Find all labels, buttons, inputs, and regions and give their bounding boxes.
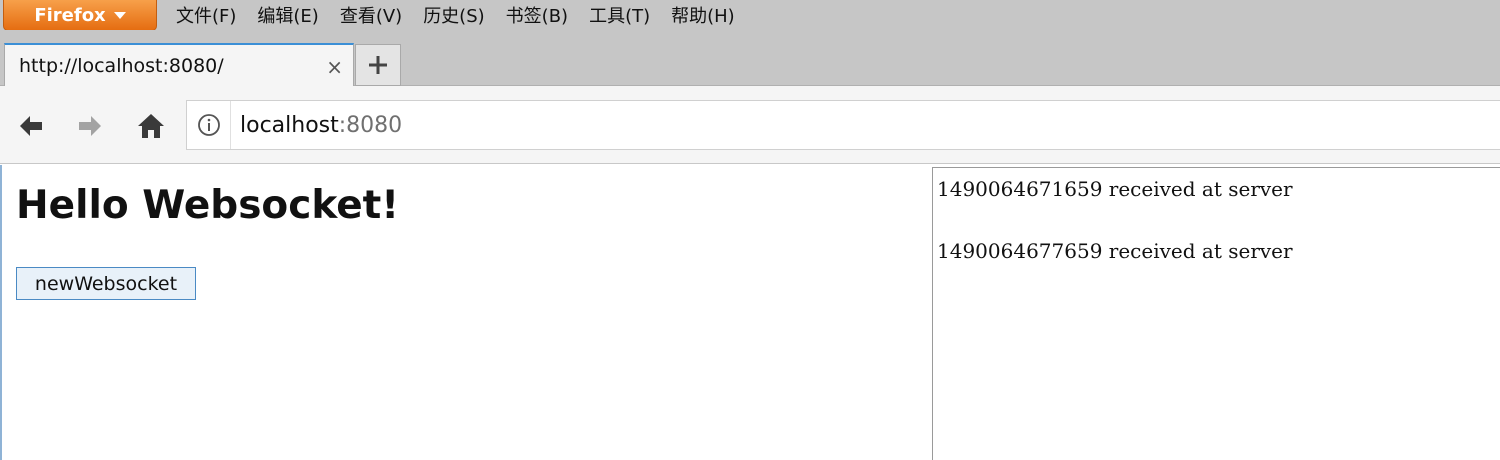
menu-file[interactable]: 文件(F): [168, 2, 244, 28]
forward-button[interactable]: [74, 110, 106, 142]
menu-bar: Firefox 文件(F) 编辑(E) 查看(V) 历史(S) 书签(B) 工具…: [0, 0, 1500, 31]
dropdown-caret-icon: [113, 11, 126, 19]
url-port: :8080: [338, 112, 403, 138]
home-icon: [138, 114, 164, 138]
back-button[interactable]: [15, 110, 47, 142]
menu-items: 文件(F) 编辑(E) 查看(V) 历史(S) 书签(B) 工具(T) 帮助(H…: [168, 0, 748, 30]
tab-title: http://localhost:8080/: [19, 54, 224, 77]
home-button[interactable]: [135, 110, 167, 142]
menu-edit[interactable]: 编辑(E): [249, 2, 326, 28]
menu-history[interactable]: 历史(S): [415, 2, 492, 28]
log-line: 1490064671659 received at server: [937, 177, 1293, 201]
tab-strip: http://localhost:8080/ ×: [0, 30, 1500, 86]
close-tab-icon[interactable]: ×: [326, 55, 343, 79]
navigation-bar: localhost :8080: [0, 86, 1500, 164]
log-line: 1490064677659 received at server: [937, 239, 1293, 263]
menu-tools[interactable]: 工具(T): [581, 2, 658, 28]
plus-icon: [369, 56, 387, 74]
forward-arrow-icon: [79, 116, 101, 136]
new-tab-button[interactable]: [355, 44, 401, 86]
firefox-label: Firefox: [34, 4, 106, 26]
tab-active[interactable]: http://localhost:8080/ ×: [4, 43, 354, 86]
url-host: localhost: [240, 112, 339, 138]
url-bar[interactable]: localhost :8080: [186, 100, 1500, 150]
info-icon: [197, 114, 220, 136]
back-arrow-icon: [20, 116, 42, 136]
menu-view[interactable]: 查看(V): [332, 2, 410, 28]
page-content: Hello Websocket! newWebsocket 1490064671…: [0, 165, 1500, 460]
menu-help[interactable]: 帮助(H): [663, 2, 743, 28]
message-log[interactable]: 1490064671659 received at server 1490064…: [932, 167, 1500, 460]
new-websocket-button[interactable]: newWebsocket: [16, 267, 196, 300]
menu-bookmarks[interactable]: 书签(B): [498, 2, 576, 28]
site-info-button[interactable]: [187, 101, 231, 149]
page-heading: Hello Websocket!: [16, 183, 400, 228]
firefox-menu-button[interactable]: Firefox: [3, 0, 157, 31]
